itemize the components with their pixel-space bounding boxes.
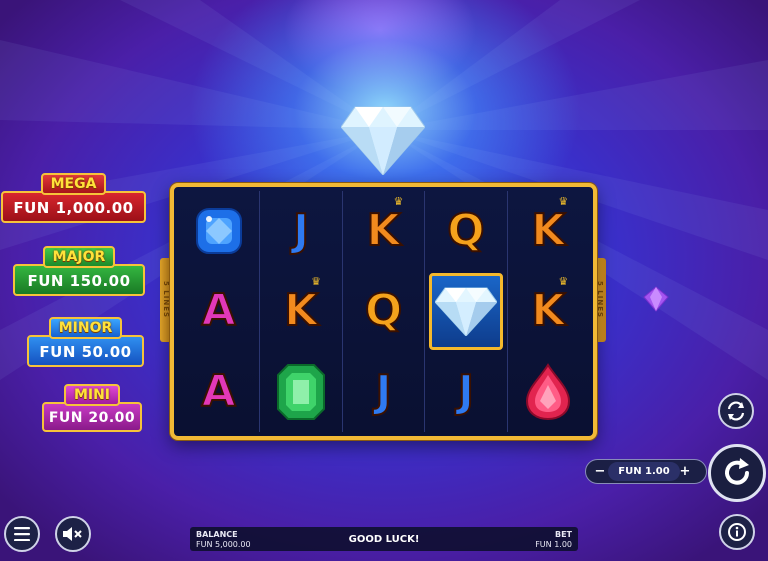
jackpot-mega-title: MEGA: [40, 173, 107, 195]
bet-value: FUN 1.00: [535, 540, 572, 549]
reel-1-row-3: A: [178, 352, 259, 432]
bet-label: BET: [554, 530, 572, 539]
reel-4-row-1: Q: [425, 191, 506, 271]
jackpot-mega: MEGA FUN 1,000.00: [1, 173, 146, 223]
reel-1-row-1: [178, 191, 259, 271]
reel-frame: A A J K ♛ K ♛ Q J Q J K ♛ K ♛: [170, 183, 597, 440]
reel-1-row-2: A: [178, 271, 259, 351]
symbol-letter: A: [201, 285, 237, 337]
reel-1: A A: [178, 191, 261, 432]
diamond-icon: [434, 287, 497, 337]
reel-5-row-1: K ♛: [508, 191, 589, 271]
symbol-letter: J: [457, 365, 475, 417]
info-button[interactable]: [719, 514, 755, 550]
reel-2: J K ♛: [260, 191, 343, 432]
jackpot-mini-value: FUN 20.00: [42, 402, 142, 432]
reel-4-row-3: J: [425, 352, 506, 432]
bet-increase-button[interactable]: +: [676, 463, 694, 480]
floating-purple-gem-icon: [643, 286, 669, 312]
reel-3-row-1: K ♛: [343, 191, 424, 271]
reel-2-row-3: [260, 352, 341, 432]
symbol-letter: Q: [446, 205, 485, 257]
symbol-letter: A: [201, 365, 237, 417]
reel-4: Q J: [425, 191, 508, 432]
symbol-letter: Q: [364, 285, 403, 337]
reel-5-row-2: K ♛: [508, 271, 589, 351]
reel-3: K ♛ Q J: [343, 191, 426, 432]
reels: A A J K ♛ K ♛ Q J Q J K ♛ K ♛: [178, 191, 589, 432]
status-message: GOOD LUCK!: [348, 534, 420, 545]
symbol-letter: K: [365, 205, 401, 257]
jackpot-major-value: FUN 150.00: [13, 264, 145, 296]
autoplay-button[interactable]: [718, 393, 754, 429]
reel-5: K ♛ K ♛: [508, 191, 589, 432]
symbol-letter: K: [283, 285, 319, 337]
bet-amount: FUN 1.00: [608, 462, 680, 481]
crown-icon: ♛: [393, 195, 404, 208]
symbol-letter: J: [292, 205, 310, 257]
crown-icon: ♛: [558, 275, 569, 289]
blue-gem-icon: [195, 208, 242, 255]
symbol-letter: K: [530, 205, 566, 257]
green-emerald-icon: [277, 363, 326, 420]
jackpot-mega-value: FUN 1,000.00: [1, 191, 146, 223]
bet-decrease-button[interactable]: −: [591, 463, 609, 480]
jackpot-minor-value: FUN 50.00: [27, 335, 144, 367]
reel-2-row-1: J: [260, 191, 341, 271]
symbol-letter: K: [530, 285, 566, 337]
crown-icon: ♛: [311, 275, 321, 289]
jackpot-major: MAJOR FUN 150.00: [13, 246, 145, 296]
spin-button[interactable]: [708, 444, 766, 502]
hamburger-icon: [14, 527, 30, 541]
info-icon: [728, 523, 746, 541]
reel-3-row-2: Q: [343, 271, 424, 351]
reel-4-row-2: [425, 271, 506, 351]
reel-3-row-3: J: [343, 352, 424, 432]
jackpot-major-title: MAJOR: [42, 246, 116, 268]
top-diamond-icon: [341, 106, 425, 175]
jackpot-minor-title: MINOR: [48, 317, 123, 339]
autoplay-icon: [727, 401, 745, 421]
reel-5-row-3: [508, 352, 589, 432]
status-bar: BALANCE FUN 5,000.00 GOOD LUCK! BET FUN …: [190, 527, 578, 551]
jackpot-minor: MINOR FUN 50.00: [27, 317, 144, 367]
bet-selector: − FUN 1.00 +: [585, 459, 707, 484]
jackpot-mini-title: MINI: [63, 384, 121, 406]
speaker-muted-icon: [63, 527, 82, 541]
sound-toggle-button[interactable]: [55, 516, 91, 552]
red-ruby-icon: [526, 362, 571, 420]
jackpot-mini: MINI FUN 20.00: [42, 384, 142, 432]
reel-2-row-2: K ♛: [260, 271, 341, 351]
crown-icon: ♛: [558, 195, 569, 208]
spin-icon: [725, 458, 749, 485]
menu-button[interactable]: [4, 516, 40, 552]
symbol-letter: J: [374, 365, 392, 417]
